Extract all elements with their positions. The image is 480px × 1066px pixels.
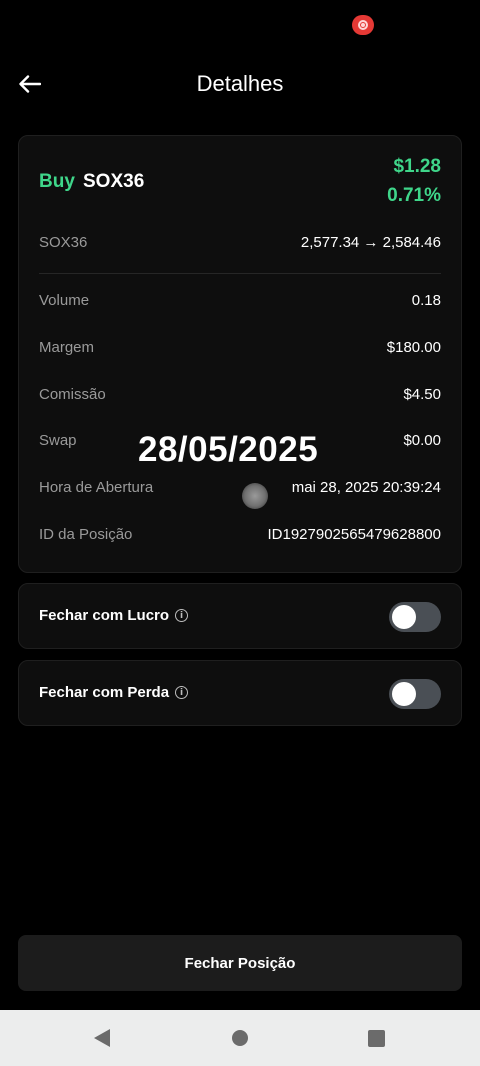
recents-square-icon [367, 1029, 385, 1047]
take-profit-row: Fechar com Lucro i [39, 607, 189, 624]
detail-label: Hora de Abertura [39, 479, 154, 496]
stop-loss-label: Fechar com Perda [39, 684, 170, 701]
touch-indicator [242, 483, 268, 509]
price-change: 2,577.34 → 2,584.46 [300, 234, 441, 251]
detail-value: ID1927902565479628800 [267, 526, 441, 543]
position-details-card: Buy SOX36 $1.28 0.71% SOX36 2,577.34 → 2… [18, 135, 462, 573]
info-icon[interactable]: i [175, 609, 189, 622]
price-label: SOX36 [39, 234, 88, 251]
detail-value: $180.00 [386, 339, 441, 356]
date-overlay: 28/05/2025 [138, 430, 319, 469]
status-bar [0, 0, 480, 50]
side-label: Buy [39, 171, 75, 192]
detail-label: Margem [39, 339, 95, 356]
detail-value: $4.50 [403, 386, 441, 403]
nav-home-button[interactable] [210, 1010, 270, 1066]
screen-record-icon [352, 15, 374, 35]
pnl-percent: 0.71% [387, 185, 441, 206]
pnl-value: $1.28 [393, 156, 441, 177]
detail-row-position-id: ID da Posição ID1927902565479628800 [39, 526, 441, 550]
take-profit-card: Fechar com Lucro i [18, 583, 462, 649]
close-position-button[interactable]: Fechar Posição [18, 935, 462, 991]
detail-value: 0.18 [411, 292, 441, 309]
detail-value: $0.00 [403, 432, 441, 449]
detail-value: mai 28, 2025 20:39:24 [291, 479, 441, 496]
detail-row-commission: Comissão $4.50 [39, 386, 441, 410]
detail-row-volume: Volume 0.18 [39, 292, 441, 316]
nav-recents-button[interactable] [346, 1010, 406, 1066]
system-nav-bar [0, 1010, 480, 1066]
info-icon[interactable]: i [175, 686, 189, 699]
detail-row-open-time: Hora de Abertura mai 28, 2025 20:39:24 [39, 479, 441, 503]
take-profit-toggle[interactable] [389, 602, 441, 632]
home-circle-icon [232, 1030, 248, 1046]
toggle-knob [392, 605, 416, 629]
stop-loss-card: Fechar com Perda i [18, 660, 462, 726]
stop-loss-toggle[interactable] [389, 679, 441, 709]
position-summary: Buy SOX36 $1.28 0.71% [39, 156, 441, 218]
divider [39, 273, 441, 274]
page-title: Detalhes [196, 71, 284, 96]
header: Detalhes [0, 58, 480, 110]
detail-label: Volume [39, 292, 90, 309]
detail-row-margin: Margem $180.00 [39, 339, 441, 363]
take-profit-label: Fechar com Lucro [39, 607, 170, 624]
toggle-knob [392, 682, 416, 706]
stop-loss-row: Fechar com Perda i [39, 684, 189, 701]
back-triangle-icon [94, 1029, 110, 1047]
price-row: SOX36 2,577.34 → 2,584.46 [39, 234, 441, 258]
symbol-label: SOX36 [83, 171, 145, 192]
nav-back-button[interactable] [72, 1010, 132, 1066]
detail-label: Swap [39, 432, 77, 449]
detail-label: ID da Posição [39, 526, 133, 543]
detail-label: Comissão [39, 386, 106, 403]
